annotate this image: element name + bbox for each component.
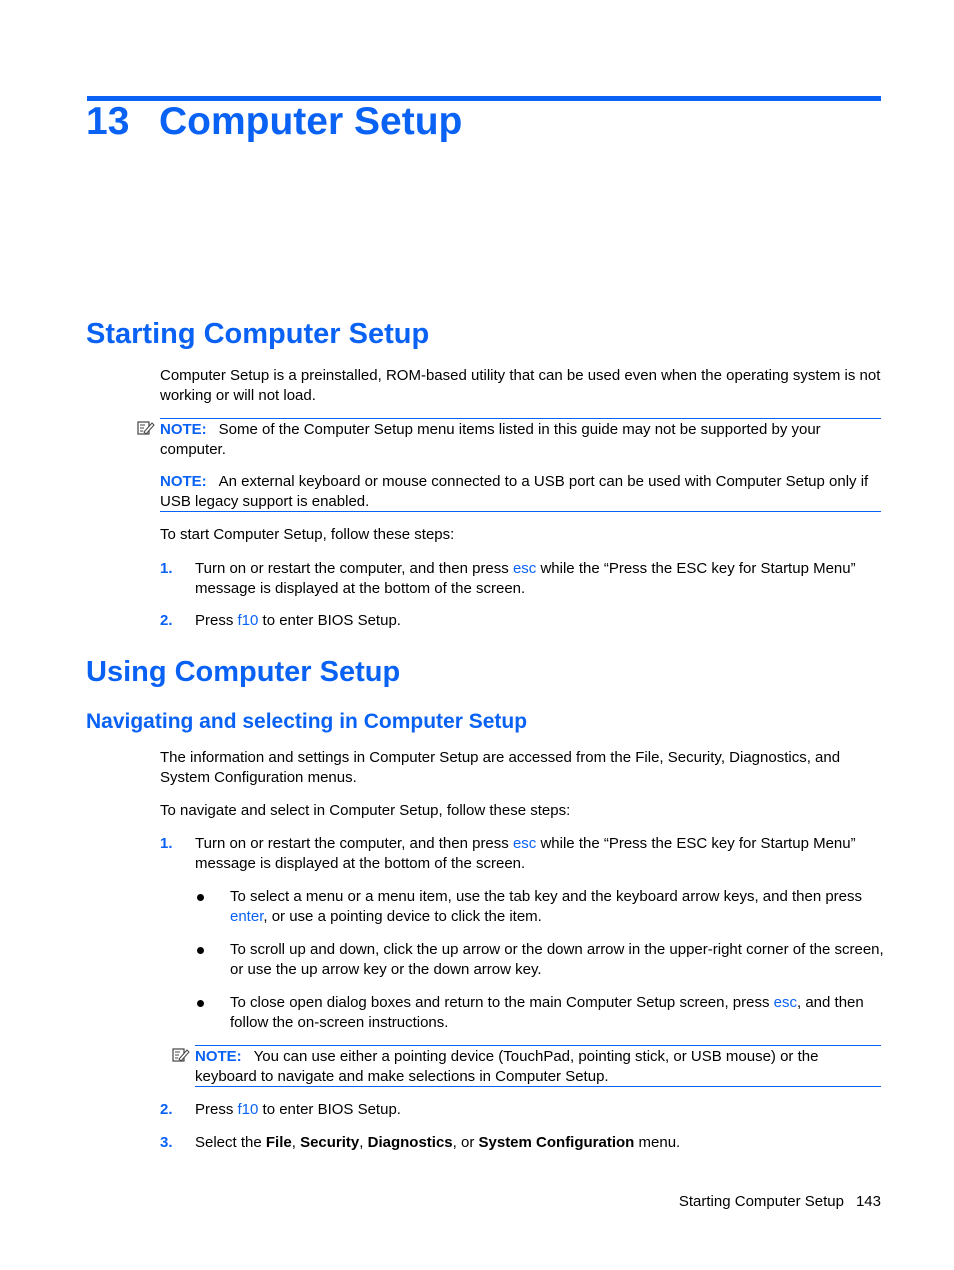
note-icon	[137, 420, 155, 436]
chapter-number: 13	[86, 100, 130, 143]
key-enter: enter	[230, 907, 264, 925]
menu-security: Security	[300, 1134, 360, 1151]
step-text: Turn on or restart the computer, and the…	[195, 835, 513, 852]
section-heading-using: Using Computer Setup	[86, 656, 401, 688]
using-step-2: 2. Press f10 to enter BIOS Setup.	[160, 1100, 884, 1120]
bullet-item: To scroll up and down, click the up arro…	[195, 940, 885, 979]
step-text: Press	[195, 1101, 238, 1118]
section-heading-starting: Starting Computer Setup	[86, 318, 430, 350]
bullet-item: To close open dialog boxes and return to…	[195, 993, 885, 1032]
starting-intro: Computer Setup is a preinstalled, ROM-ba…	[160, 367, 881, 404]
bullet-dot	[197, 947, 204, 954]
step-text: ,	[359, 1134, 368, 1151]
step-number: 2.	[160, 1101, 173, 1118]
chapter-title-text: Computer Setup	[159, 100, 463, 143]
note-1: NOTE: Some of the Computer Setup menu ite…	[160, 419, 881, 459]
note-text: An external keyboard or mouse connected …	[160, 473, 869, 510]
step-text: ,	[291, 1134, 301, 1151]
menu-file: File	[265, 1134, 292, 1151]
step-number: 1.	[160, 835, 173, 852]
using-step-1: 1. Turn on or restart the computer, and …	[160, 834, 884, 873]
footer-section: Starting Computer Setup	[678, 1193, 844, 1210]
note-2: NOTE: An external keyboard or mouse conne…	[160, 472, 881, 511]
note-text: Some of the Computer Setup menu items li…	[160, 421, 821, 458]
using-step-3: 3. Select the File, Security, Diagnostic…	[160, 1133, 884, 1153]
note-box-starting: NOTE: Some of the Computer Setup menu ite…	[160, 418, 881, 512]
page-number: 143	[855, 1193, 881, 1210]
menu-system-configuration: System Configuration	[478, 1134, 635, 1151]
note-text: You can use either a pointing device (To…	[195, 1048, 819, 1085]
key-esc: esc	[773, 994, 797, 1011]
step-text: to enter BIOS Setup.	[258, 1101, 401, 1118]
step-text: Select the	[195, 1134, 266, 1151]
step-number: 1.	[160, 560, 173, 577]
using-steps-intro: To navigate and select in Computer Setup…	[160, 802, 571, 819]
bullet-text: To select a menu or a menu item, use the…	[230, 888, 863, 905]
page-footer: Starting Computer Setup 143	[679, 1193, 881, 1210]
bullet-item: To select a menu or a menu item, use the…	[195, 887, 885, 926]
starting-step-1: 1. Turn on or restart the computer, and …	[160, 559, 884, 598]
step-text: Turn on or restart the computer, and the…	[195, 560, 513, 577]
step-number: 3.	[160, 1134, 173, 1151]
step-text: menu.	[634, 1134, 681, 1151]
key-f10: f10	[237, 1101, 259, 1118]
step-text: , or	[452, 1134, 479, 1151]
menu-diagnostics: Diagnostics	[367, 1134, 453, 1151]
bullet-text: , or use a pointing device to click the …	[263, 907, 542, 925]
note-label: NOTE:	[160, 473, 207, 490]
key-esc: esc	[512, 560, 537, 577]
note-icon	[172, 1047, 190, 1063]
starting-steps-intro: To start Computer Setup, follow these st…	[160, 526, 455, 543]
note-label: NOTE:	[160, 421, 207, 438]
using-intro: The information and settings in Computer…	[160, 749, 841, 786]
step-text: to enter BIOS Setup.	[258, 612, 401, 629]
bullet-dot	[197, 894, 204, 901]
bullet-text: To close open dialog boxes and return to…	[230, 994, 774, 1011]
step-number: 2.	[160, 612, 173, 629]
bullet-dot	[197, 1000, 204, 1007]
starting-step-2: 2. Press f10 to enter BIOS Setup.	[160, 611, 884, 631]
note-label: NOTE:	[195, 1048, 242, 1065]
note-3: NOTE: You can use either a pointing devic…	[195, 1046, 881, 1086]
subsection-heading-navigating: Navigating and selecting in Computer Set…	[86, 710, 528, 733]
note-box-using: NOTE: You can use either a pointing devic…	[195, 1045, 881, 1087]
step-text: Press	[195, 612, 238, 629]
key-esc: esc	[512, 835, 537, 852]
chapter-title: 13 Computer Setup	[86, 100, 462, 144]
bullet-text: To scroll up and down, click the up arro…	[230, 941, 884, 978]
key-f10: f10	[237, 612, 259, 629]
